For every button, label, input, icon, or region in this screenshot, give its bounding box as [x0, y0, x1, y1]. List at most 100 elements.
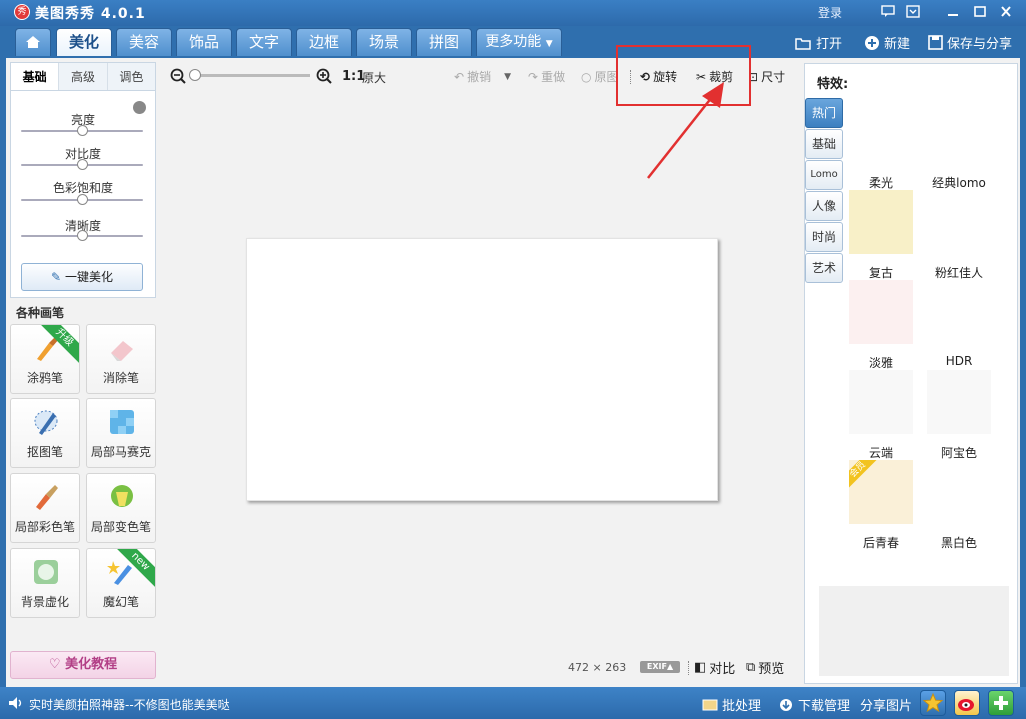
preview-button[interactable]: ⧉ 预览 [746, 658, 784, 677]
exif-button[interactable]: EXIF▲ [640, 661, 680, 673]
redo-label: 重做 [541, 70, 566, 84]
subtab-basic[interactable]: 基础 [11, 63, 60, 90]
status-message[interactable]: 实时美颜拍照神器--不修图也能美美哒 [29, 696, 230, 713]
redo-icon: ↷ [528, 69, 539, 84]
new-label: 新建 [884, 37, 911, 52]
tab-accessories[interactable]: 饰品 [176, 28, 232, 56]
hand-icon: ♡ [48, 657, 61, 672]
zoom-slider-thumb[interactable] [189, 69, 201, 81]
status-bar: 实时美颜拍照神器--不修图也能美美哒 批处理 下载管理 分享图片 [0, 687, 1026, 719]
open-button[interactable]: 打开 [795, 33, 842, 52]
effect-classic-lomo-label: 经典lomo [932, 176, 986, 190]
pen-graffiti[interactable]: 升级 涂鸦笔 [10, 324, 80, 394]
beautify-tutorial-button[interactable]: ♡ 美化教程 [10, 651, 156, 679]
login-link[interactable]: 登录 [818, 4, 842, 21]
effect-youth-thumb[interactable]: 会员 [849, 460, 913, 524]
compare-button[interactable]: ◧ 对比 [694, 658, 735, 677]
tab-beautify[interactable]: 美化 [56, 28, 112, 56]
image-canvas[interactable] [246, 238, 718, 501]
compare-label: 对比 [709, 662, 736, 677]
tab-home[interactable] [15, 28, 51, 56]
zoom-slider[interactable] [192, 74, 310, 77]
tab-collage[interactable]: 拼图 [416, 28, 472, 56]
category-fashion[interactable]: 时尚 [805, 222, 843, 252]
tab-frame[interactable]: 边框 [296, 28, 352, 56]
effect-cloud-thumb[interactable] [849, 370, 913, 434]
tab-scene[interactable]: 场景 [356, 28, 412, 56]
category-lomo[interactable]: Lomo [805, 160, 843, 190]
close-icon[interactable] [996, 3, 1016, 21]
pen-cutout[interactable]: 抠图笔 [10, 398, 80, 468]
tab-beauty[interactable]: 美容 [116, 28, 172, 56]
batch-button[interactable]: 批处理 [702, 695, 761, 714]
weibo-icon[interactable] [954, 690, 980, 716]
share-image-button[interactable]: 分享图片 [860, 695, 912, 714]
category-hot[interactable]: 热门 [805, 98, 843, 128]
effect-soft-light-thumb[interactable] [849, 104, 913, 168]
pen-cutout-label: 抠图笔 [26, 445, 63, 459]
adjust-subtabs: 基础 高级 调色 [11, 63, 155, 91]
resize-button[interactable]: ⊡ 尺寸 [748, 68, 785, 85]
saturation-slider-thumb[interactable] [77, 194, 88, 205]
undo-button[interactable]: ↶ 撤销 ▼ [454, 68, 511, 85]
contrast-slider-thumb[interactable] [77, 159, 88, 170]
pen-local-color[interactable]: 局部彩色笔 [10, 473, 80, 543]
zoom-out-icon[interactable] [170, 68, 186, 84]
pen-mosaic-label: 局部马赛克 [90, 445, 151, 459]
effect-hdr-thumb[interactable] [927, 280, 991, 344]
beautify-tutorial-label: 美化教程 [65, 657, 118, 672]
pen-mosaic[interactable]: 局部马赛克 [86, 398, 156, 468]
chat-icon[interactable] [878, 3, 898, 21]
new-button[interactable]: 新建 [864, 33, 910, 52]
tab-more-features[interactable]: 更多功能 ▼ [476, 28, 562, 56]
effect-abao-thumb[interactable] [927, 370, 991, 434]
pen-background-blur[interactable]: 背景虚化 [10, 548, 80, 618]
subtab-advanced[interactable]: 高级 [59, 63, 108, 90]
undo-dropdown-icon: ▼ [504, 71, 511, 82]
download-manager-button[interactable]: 下载管理 [778, 695, 850, 714]
effect-elegant-label: 淡雅 [868, 356, 893, 370]
original-image-button[interactable]: ○ 原图 [581, 68, 619, 85]
effects-title: 特效: [817, 77, 849, 92]
pen-local-color-label: 局部彩色笔 [14, 520, 75, 534]
pen-magic[interactable]: new 魔幻笔 [86, 548, 156, 618]
tab-text[interactable]: 文字 [236, 28, 292, 56]
pen-eraser[interactable]: 消除笔 [86, 324, 156, 394]
download-manager-label: 下载管理 [798, 699, 851, 714]
effect-retro-thumb[interactable] [849, 190, 913, 254]
original-size-button[interactable]: 原大 [362, 69, 386, 86]
star-icon[interactable] [920, 690, 946, 716]
app-logo: 秀 [14, 4, 30, 20]
redo-button[interactable]: ↷ 重做 [528, 68, 565, 85]
category-basic[interactable]: 基础 [805, 129, 843, 159]
sharpness-slider-thumb[interactable] [77, 230, 88, 241]
wand-icon: ✎ [51, 270, 62, 284]
cutout-pen-icon [34, 410, 58, 435]
category-art[interactable]: 艺术 [805, 253, 843, 283]
effect-black-white-thumb[interactable] [927, 460, 991, 524]
minimize-icon[interactable] [943, 3, 963, 21]
effect-elegant-thumb[interactable] [849, 280, 913, 344]
recolor-icon [111, 485, 133, 507]
menu-icon[interactable] [903, 3, 923, 21]
save-share-button[interactable]: 保存与分享 [928, 33, 1012, 52]
pen-recolor[interactable]: 局部变色笔 [86, 473, 156, 543]
effect-classic-lomo-thumb[interactable] [927, 104, 991, 168]
zoom-in-icon[interactable] [316, 68, 332, 84]
category-portrait[interactable]: 人像 [805, 191, 843, 221]
effect-cloud-label: 云端 [868, 446, 893, 460]
brightness-slider-thumb[interactable] [77, 125, 88, 136]
maximize-icon[interactable] [970, 3, 990, 21]
plus-icon[interactable] [988, 690, 1014, 716]
preview-icon: ⧉ [746, 660, 756, 675]
pen-background-blur-label: 背景虚化 [20, 595, 69, 609]
effect-hdr-label: HDR [945, 354, 973, 368]
undo-icon: ↶ [454, 69, 465, 84]
effect-soft-light-label: 柔光 [868, 176, 893, 190]
one-click-beautify-button[interactable]: ✎ 一键美化 [21, 263, 143, 291]
mosaic-icon [110, 410, 134, 434]
effect-youth-label: 后青春 [862, 536, 899, 550]
pen-graffiti-label: 涂鸦笔 [26, 371, 63, 385]
effect-pink-lady-thumb[interactable] [927, 190, 991, 254]
subtab-color[interactable]: 调色 [108, 63, 155, 90]
